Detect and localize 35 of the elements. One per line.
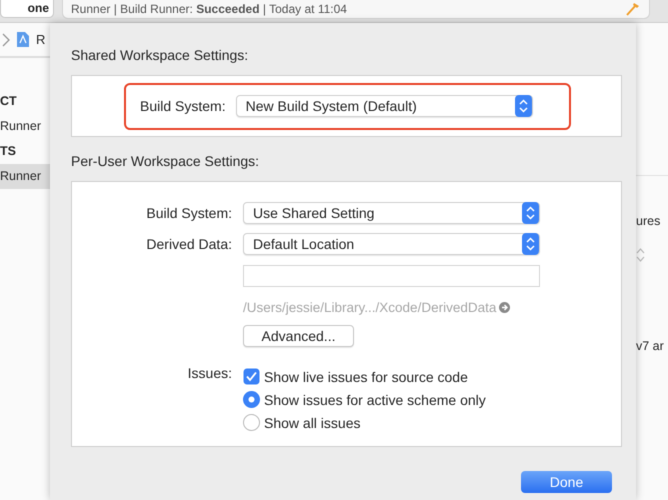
radio-button[interactable] [243, 414, 260, 431]
stepper-icon [514, 95, 532, 117]
chevron-icon[interactable] [2, 32, 10, 46]
option-label: Show live issues for source code [264, 368, 468, 384]
stepper-icon [522, 202, 539, 224]
build-status-text: Runner | Build Runner: Succeeded | Today at 11:04 [71, 2, 347, 16]
radio-button[interactable] [243, 391, 260, 408]
hammer-icon [625, 2, 641, 16]
updown-icon [636, 248, 645, 262]
text-fragment: ures [636, 213, 662, 230]
stepper-icon [522, 232, 539, 254]
popup-button[interactable]: Use Shared Setting [243, 202, 540, 224]
navigator-item[interactable]: Runner [0, 164, 50, 189]
path-text: /Users/jessie/Library.../Xcode/DerivedData [243, 300, 496, 314]
option-label: Show issues for active scheme only [264, 392, 486, 408]
section-header: TS [0, 143, 17, 160]
arrow-circle-icon[interactable] [499, 302, 510, 312]
field-label: Build System: [140, 98, 226, 114]
advanced-button[interactable]: Advanced... [243, 325, 354, 347]
text-fragment: v7 ar [636, 338, 665, 355]
option-label: Show all issues [264, 414, 360, 430]
section-title: Per-User Workspace Settings: [71, 153, 260, 171]
popup-button[interactable]: New Build System (Default) [236, 95, 533, 117]
section-header: CT [0, 93, 18, 110]
field-label: Derived Data: [145, 236, 232, 252]
field-label: Issues: [186, 365, 232, 383]
section-title: Shared Workspace Settings: [71, 47, 250, 65]
app-file-icon [16, 31, 30, 48]
done-button[interactable]: one [0, 0, 54, 18]
jump-bar-text[interactable]: R [36, 32, 46, 47]
path-field[interactable] [243, 265, 540, 287]
checkbox[interactable] [243, 368, 260, 385]
field-label: Build System: [145, 204, 232, 220]
popup-button[interactable]: Default Location [243, 232, 540, 254]
navigator-item[interactable]: Runner [0, 114, 50, 139]
